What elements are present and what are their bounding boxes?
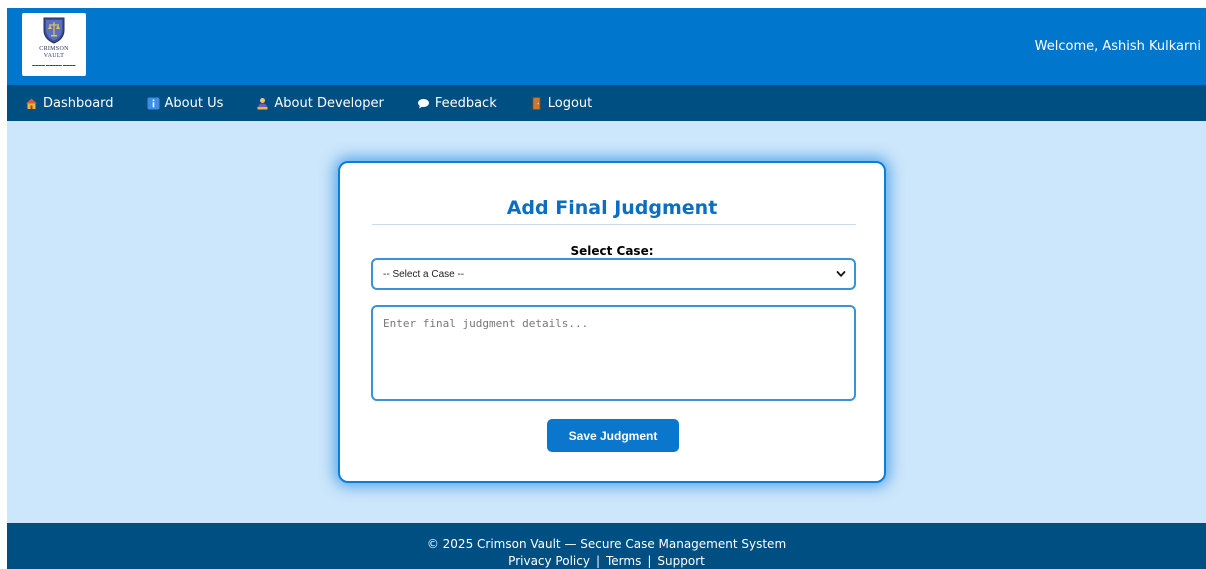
nav-item-label: Feedback: [434, 95, 497, 111]
house-icon: [26, 98, 37, 109]
header-bar: CRIMSON VAULT ▬▬▬▬ ▬▬▬▬▬ ▬▬▬▬ Welcome, A…: [7, 8, 1206, 85]
logo-tagline-mark: ▬▬▬▬ ▬▬▬▬▬ ▬▬▬▬: [32, 63, 76, 67]
welcome-text: Welcome, Ashish Kulkarni: [1034, 39, 1201, 54]
nav-item-label: About Us: [164, 95, 224, 111]
nav-item-label: Logout: [547, 95, 593, 111]
title-divider: [372, 224, 856, 225]
select-case-label: Select Case:: [570, 244, 654, 258]
save-judgment-button[interactable]: Save Judgment: [547, 419, 679, 452]
nav-item-dashboard[interactable]: Dashboard: [25, 96, 114, 111]
nav-item-label: Dashboard: [43, 95, 114, 111]
logo-text: CRIMSON VAULT: [39, 46, 68, 60]
chevron-down-icon: [836, 271, 846, 277]
form-title: Add Final Judgment: [506, 197, 718, 219]
crimson-vault-logo[interactable]: CRIMSON VAULT ▬▬▬▬ ▬▬▬▬▬ ▬▬▬▬: [22, 13, 86, 76]
link-separator: |: [647, 554, 652, 568]
privacy-policy-link[interactable]: Privacy Policy: [508, 554, 590, 568]
terms-link[interactable]: Terms: [606, 554, 641, 568]
case-select-value: -- Select a Case --: [383, 268, 465, 280]
door-icon: [532, 96, 541, 110]
judgment-form-card: Add Final Judgment Select Case: -- Selec…: [338, 161, 886, 483]
judgment-details-textarea[interactable]: [371, 305, 856, 401]
nav-item-about-developer[interactable]: About Developer: [256, 95, 384, 111]
app-frame: CRIMSON VAULT ▬▬▬▬ ▬▬▬▬▬ ▬▬▬▬ Welcome, A…: [7, 8, 1206, 569]
logo-text-line2: VAULT: [43, 53, 65, 59]
nav-item-label: About Developer: [274, 95, 384, 111]
shield-scales-icon: [43, 17, 65, 44]
nav-item-logout[interactable]: Logout: [530, 95, 593, 111]
speech-bubble-icon: [417, 98, 429, 108]
nav-item-feedback[interactable]: Feedback: [417, 96, 497, 111]
footer: © 2025 Crimson Vault — Secure Case Manag…: [7, 523, 1206, 569]
developer-icon: [257, 97, 268, 109]
footer-copyright: © 2025 Crimson Vault — Secure Case Manag…: [426, 537, 787, 551]
case-select[interactable]: -- Select a Case --: [371, 258, 856, 290]
nav-item-about-us[interactable]: About Us: [147, 95, 224, 111]
footer-links: Privacy Policy | Terms | Support: [7, 554, 1206, 568]
main-nav: Dashboard About Us About Developer Feedb…: [7, 85, 1206, 121]
link-separator: |: [595, 554, 600, 568]
support-link[interactable]: Support: [657, 554, 704, 568]
info-icon: [147, 97, 160, 109]
logo-text-line1: CRIMSON: [39, 46, 69, 52]
